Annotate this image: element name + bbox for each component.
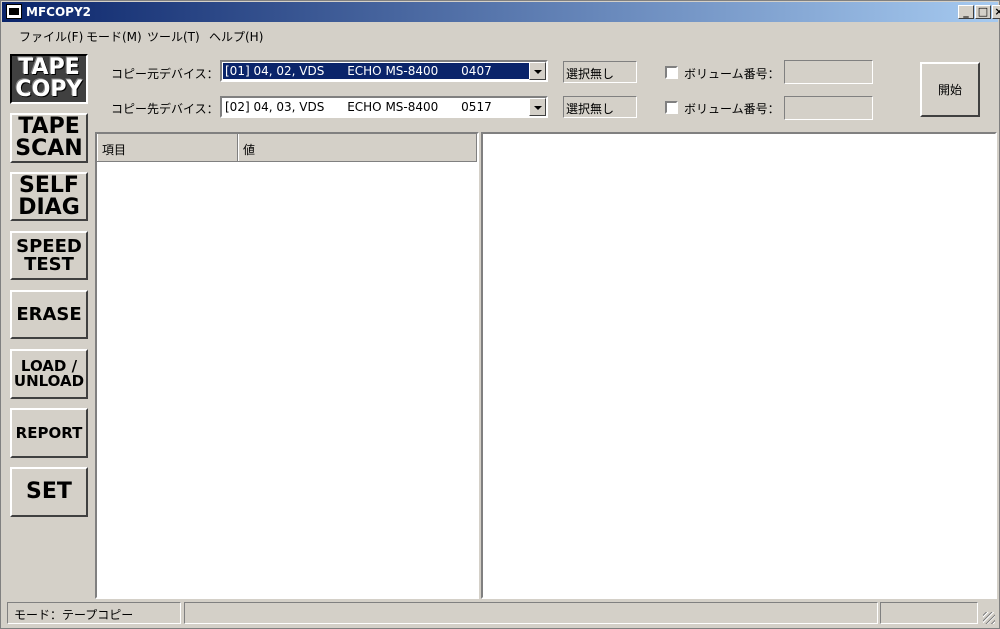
maximize-button[interactable]: □ xyxy=(975,5,991,19)
menu-file[interactable]: ファイル(F) xyxy=(19,28,83,45)
source-volume-input[interactable] xyxy=(784,60,873,84)
mode-button-tape-copy[interactable]: TAPE COPY xyxy=(10,54,88,104)
status-panel-main xyxy=(184,602,878,624)
status-bar: モード：テープコピー xyxy=(2,601,998,627)
dest-volume-label: ボリューム番号： xyxy=(684,102,780,116)
menu-help[interactable]: ヘルプ(H) xyxy=(209,28,263,45)
column-header-value[interactable]: 値 xyxy=(238,134,477,161)
title-bar[interactable]: MFCOPY2 _ □ × xyxy=(2,2,1000,22)
source-device-value: [01] 04, 02, VDS ECHO MS-8400 0407 xyxy=(223,63,529,79)
chevron-down-icon[interactable] xyxy=(529,98,546,116)
mode-button-self-diag[interactable]: SELF DIAG xyxy=(10,172,88,221)
resize-grip-icon[interactable] xyxy=(983,612,995,624)
dest-volume-checkbox[interactable] xyxy=(665,101,678,114)
menu-bar: ファイル(F) モード(M) ツール(T) ヘルプ(H) xyxy=(2,24,998,46)
app-icon[interactable] xyxy=(6,4,22,19)
source-volume-label: ボリューム番号： xyxy=(684,67,780,81)
mode-button-speed-test[interactable]: SPEED TEST xyxy=(10,231,88,280)
dest-status: 選択無し xyxy=(563,96,637,118)
source-device-select[interactable]: [01] 04, 02, VDS ECHO MS-8400 0407 xyxy=(220,60,548,82)
dest-device-value: [02] 04, 03, VDS ECHO MS-8400 0517 xyxy=(225,100,492,114)
mode-button-tape-scan[interactable]: TAPE SCAN xyxy=(10,113,88,163)
mode-button-erase[interactable]: ERASE xyxy=(10,290,88,339)
source-volume-checkbox[interactable] xyxy=(665,66,678,79)
dest-volume-input[interactable] xyxy=(784,96,873,120)
source-device-label: コピー元デバイス： xyxy=(111,67,219,81)
mode-button-report[interactable]: REPORT xyxy=(10,408,88,458)
dest-device-label: コピー先デバイス： xyxy=(111,102,219,116)
app-window: MFCOPY2 _ □ × ファイル(F) モード(M) ツール(T) ヘルプ(… xyxy=(0,0,1000,629)
property-list[interactable]: 項目 値 xyxy=(95,132,479,599)
log-panel[interactable] xyxy=(481,132,997,599)
mode-button-set[interactable]: SET xyxy=(10,467,88,517)
list-header: 項目 値 xyxy=(97,134,477,162)
column-header-item[interactable]: 項目 xyxy=(97,134,238,161)
window-title: MFCOPY2 xyxy=(26,5,91,19)
chevron-down-icon[interactable] xyxy=(529,62,546,80)
mode-button-load-unload[interactable]: LOAD / UNLOAD xyxy=(10,349,88,399)
menu-mode[interactable]: モード(M) xyxy=(86,28,142,45)
minimize-button[interactable]: _ xyxy=(958,5,974,19)
status-mode: モード：テープコピー xyxy=(7,602,181,624)
source-status: 選択無し xyxy=(563,61,637,83)
start-button[interactable]: 開始 xyxy=(920,62,980,117)
menu-tools[interactable]: ツール(T) xyxy=(147,28,200,45)
close-button[interactable]: × xyxy=(992,5,1000,19)
status-panel-extra xyxy=(880,602,978,624)
dest-device-select[interactable]: [02] 04, 03, VDS ECHO MS-8400 0517 xyxy=(220,96,548,118)
